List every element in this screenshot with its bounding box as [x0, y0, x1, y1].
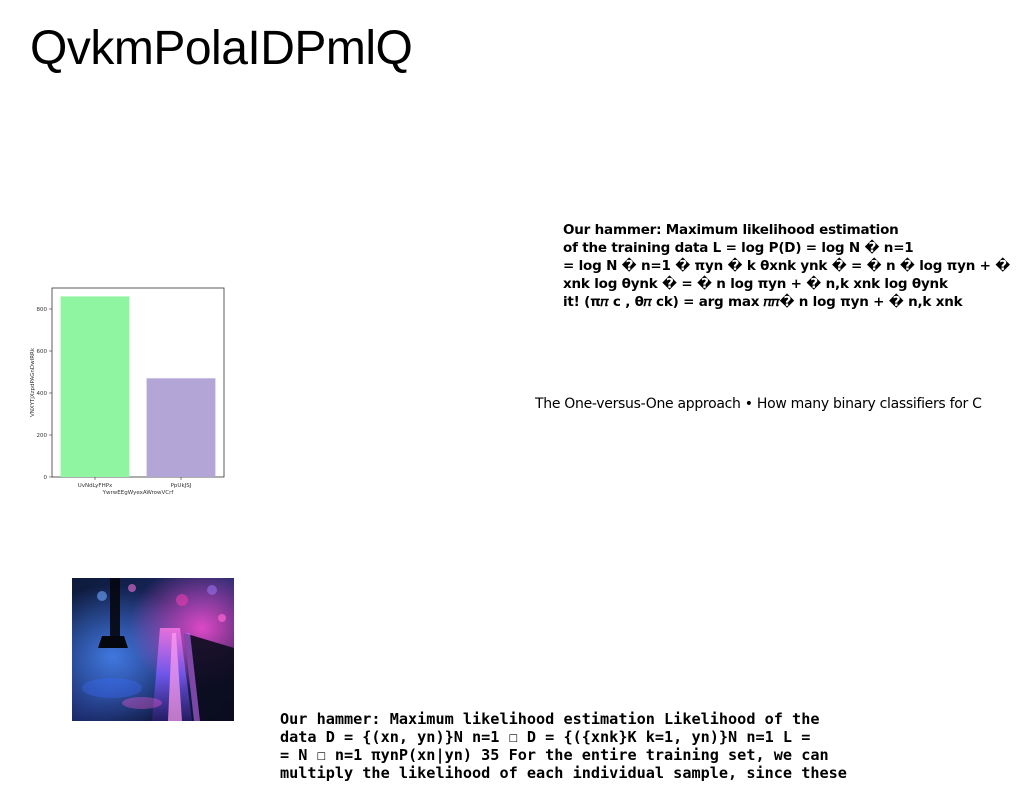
x-axis-label: YwrwEEgWyexAWrowVCrf [102, 490, 175, 496]
text-line: Our hammer: Maximum likelihood estimatio… [563, 222, 899, 238]
text-line: data D = {(xn, yn)}N n=1 ☐ D = {({xnk}K … [280, 728, 811, 746]
text-line: = N ☐ n=1 πynP(xn|yn) 35 For the entire … [280, 746, 829, 764]
one-versus-one-text: The One-versus-One approach • How many b… [535, 396, 982, 412]
text-line: multiply the likelihood of each individu… [280, 764, 847, 782]
x-tick-label: UvNdLyFHPx [78, 483, 113, 489]
chart-bar-PpUkJSJ [146, 378, 216, 477]
chart-bar-UvNdLyFHPx [60, 296, 130, 477]
text-line: of the training data L = log P(D) = log … [563, 240, 914, 256]
y-axis-label: VNXYTjXzpdPAGnDwIRRk [30, 347, 36, 417]
y-tick-label: 800 [37, 307, 48, 313]
bar-chart: UvNdLyFHPx PpUkJSJ 0 200 400 600 800 YwrwEEgWye… [28, 284, 232, 504]
likelihood-text-block: Our hammer: Maximum likelihood estimatio… [563, 221, 1023, 311]
y-tick-label: 0 [44, 475, 48, 481]
x-tick-label: PpUkJSJ [171, 483, 192, 489]
y-tick-label: 400 [37, 391, 48, 397]
text-line: xnk log θynk � = � n log πyn + � n,k xnk… [563, 276, 948, 292]
page-title: QvkmPolaIDPmlQ [30, 22, 413, 75]
night-street-photo [72, 578, 234, 721]
text-line: Our hammer: Maximum likelihood estimatio… [280, 710, 820, 728]
text-line: it! (π𝜋 c , θ𝜋 ck) = arg max 𝜋𝜋� n log π… [563, 294, 963, 310]
y-tick-label: 600 [37, 349, 48, 355]
likelihood-text-block-2: Our hammer: Maximum likelihood estimatio… [280, 710, 860, 782]
bar-chart-svg: UvNdLyFHPx PpUkJSJ 0 200 400 600 800 YwrwEEgWye… [30, 287, 225, 496]
y-tick-label: 200 [37, 433, 48, 439]
text-line: = log N � n=1 � πyn � k θxnk ynk � = � n… [563, 258, 1011, 274]
photo-image [72, 578, 234, 721]
